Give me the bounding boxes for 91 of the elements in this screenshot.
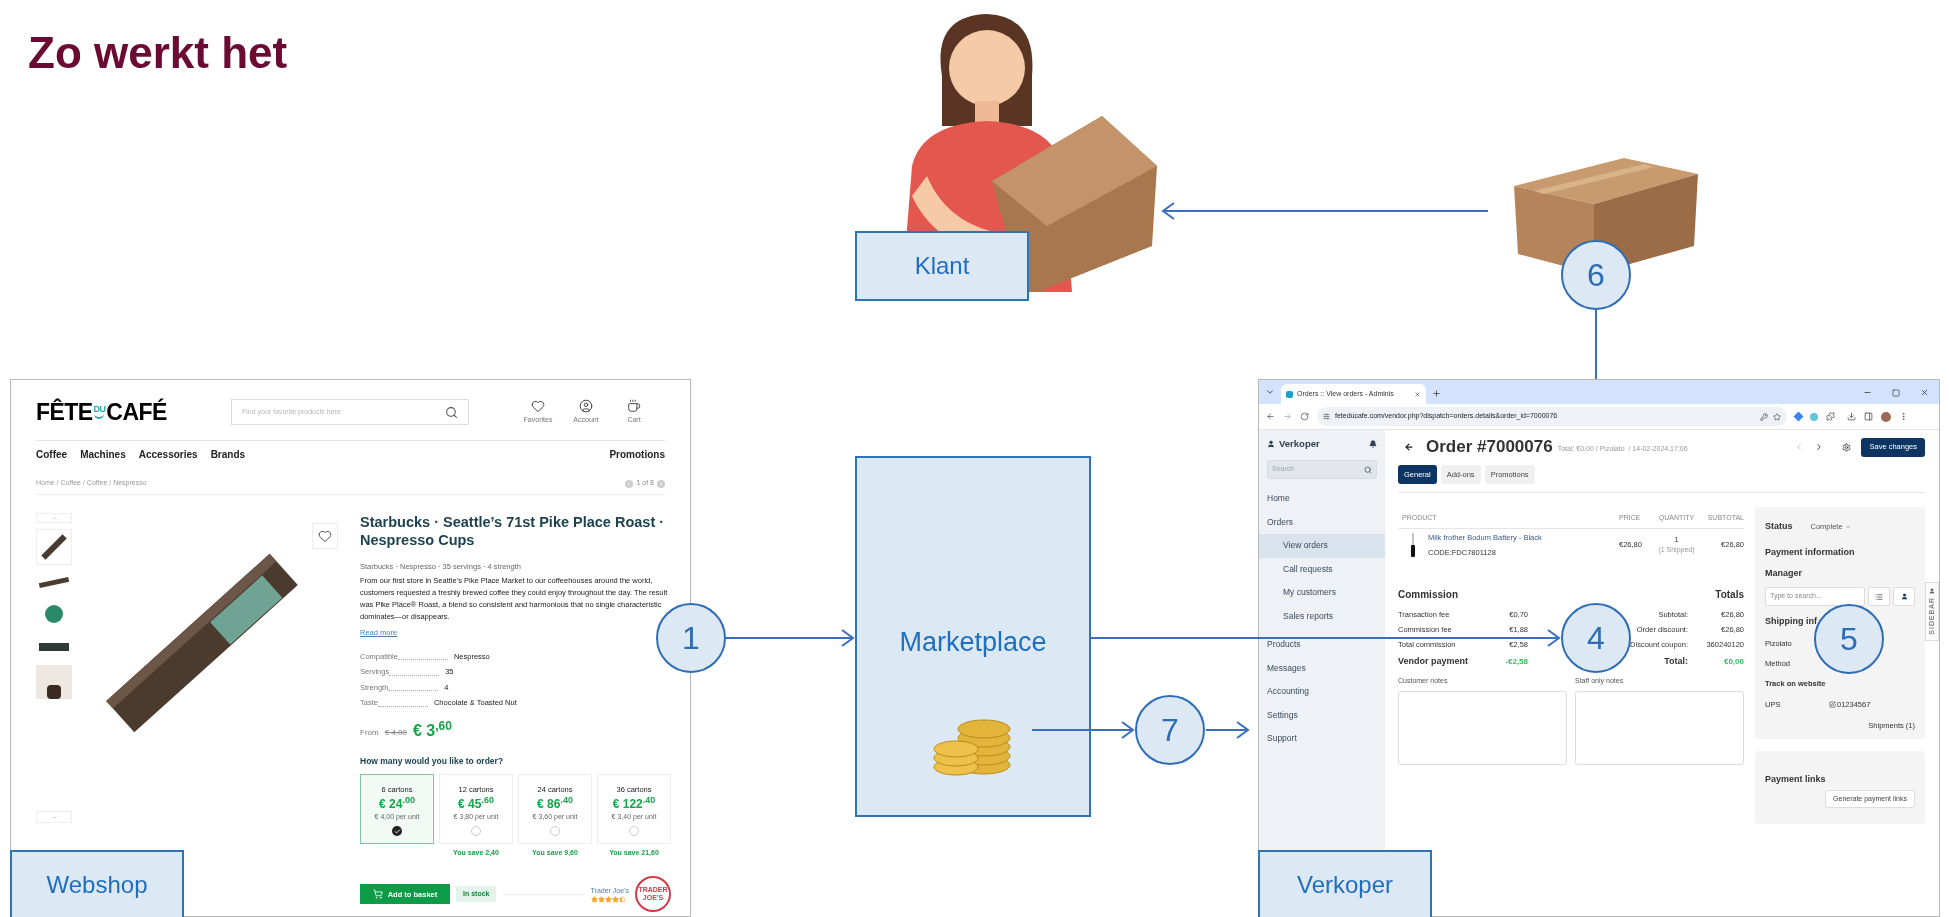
menu-icon[interactable] — [1899, 412, 1908, 421]
radio-icon — [629, 826, 639, 836]
customer-label: Klant — [855, 231, 1029, 301]
section-heading: Totals — [1714, 588, 1744, 602]
step-number: 7 — [1135, 695, 1205, 765]
step-number: 6 — [1561, 240, 1631, 310]
avatar[interactable] — [1881, 411, 1891, 422]
user-icon — [579, 398, 593, 413]
order-title: Order #7000076 — [1426, 436, 1553, 459]
edit-icon[interactable] — [1829, 701, 1836, 709]
reload-icon[interactable] — [1300, 412, 1309, 421]
search-icon — [445, 405, 458, 419]
connector-line — [1595, 309, 1597, 380]
user-icon — [1929, 588, 1935, 594]
list-icon — [1875, 592, 1883, 601]
puzzle-icon[interactable] — [1826, 412, 1835, 421]
maximize-icon[interactable] — [1892, 389, 1900, 397]
notes-field[interactable] — [1575, 690, 1744, 765]
old-price: € 4,00 — [384, 726, 407, 739]
radio-icon — [392, 826, 402, 836]
total-value: €0,00 — [1723, 656, 1744, 668]
panel-heading: Payment information — [1765, 546, 1856, 559]
site-settings-icon — [1323, 413, 1330, 420]
sidebar-item[interactable]: My customers — [1259, 581, 1385, 605]
nav-link[interactable]: Coffee — [36, 446, 68, 462]
frother-drawing — [1410, 533, 1416, 557]
heart-icon — [531, 398, 545, 413]
arrow — [1205, 721, 1250, 739]
sidebar-item[interactable]: Sales reports — [1259, 604, 1385, 628]
chevron-down-icon — [50, 813, 58, 821]
chevron-up-icon — [50, 514, 58, 522]
vendor-label: Verkoper — [1258, 850, 1432, 917]
close-icon[interactable] — [1414, 390, 1421, 398]
thumbnail-down-button[interactable] — [36, 811, 72, 823]
product-title: Starbucks · Seattle’s 71st Pike Place Roast · Nespresso Cups — [360, 513, 666, 549]
nav-link[interactable]: Accessories — [138, 446, 198, 462]
current-price: € 3$^{,60}$ — [412, 722, 452, 739]
side-panel-icon[interactable] — [1864, 412, 1873, 421]
radio-icon — [471, 826, 481, 836]
bell-icon[interactable] — [1369, 440, 1377, 448]
product-thumbnail[interactable] — [36, 665, 72, 699]
sidebar-item[interactable]: Settings — [1259, 703, 1385, 727]
section-heading: Commission — [1398, 588, 1459, 602]
heart-icon — [318, 529, 332, 543]
settings-icon[interactable] — [1842, 442, 1852, 452]
user-icon — [1267, 440, 1275, 448]
price-from-label: From — [360, 726, 379, 739]
user-button[interactable] — [1893, 587, 1915, 606]
vendor-payment-label: Vendor payment — [1398, 655, 1469, 669]
cup-icon — [627, 398, 641, 413]
order-question: How many would you like to order? — [360, 754, 505, 768]
sidebar-item[interactable]: Home — [1259, 487, 1385, 511]
webshop-label: Webshop — [10, 850, 184, 917]
product-thumbnail[interactable] — [36, 529, 72, 565]
site-icon — [1286, 390, 1293, 398]
sidebar-item[interactable]: Support — [1259, 727, 1385, 751]
marketplace-label: Marketplace — [899, 626, 1047, 659]
sidebar-title: Verkoper — [1279, 436, 1320, 451]
sidebar-item[interactable]: Call requests — [1259, 557, 1385, 581]
cart-icon — [372, 889, 383, 900]
search-icon — [1364, 465, 1372, 474]
slide-title: Zo werkt het — [28, 27, 288, 79]
close-icon[interactable] — [1920, 388, 1929, 397]
user-icon — [1900, 593, 1908, 600]
notes-field[interactable] — [1398, 690, 1567, 765]
back-icon[interactable] — [1404, 442, 1414, 452]
extension-icon[interactable] — [1793, 411, 1804, 422]
sidebar-item[interactable]: Orders — [1259, 510, 1385, 534]
total-label: Total: — [1663, 655, 1688, 669]
panel-heading: Payment links — [1765, 772, 1827, 786]
favorite-button[interactable] — [312, 523, 338, 549]
panel-heading: Shipping inf — [1765, 615, 1817, 628]
key-icon — [1760, 412, 1768, 421]
status-label: Status — [1765, 520, 1793, 534]
nav-link[interactable]: Machines — [80, 446, 126, 462]
nav-link[interactable]: Brands — [210, 446, 246, 462]
new-tab-icon[interactable] — [1432, 389, 1441, 398]
thumbnail-up-button[interactable] — [36, 513, 72, 523]
caret-icon — [1844, 524, 1851, 530]
extension-icon[interactable] — [1810, 412, 1818, 421]
nav-link[interactable]: Promotions — [609, 446, 665, 462]
sidebar-item[interactable]: Messages — [1259, 656, 1385, 680]
vendor-payment-value: -€2,58 — [1505, 656, 1528, 668]
panel-heading: Manager — [1765, 566, 1803, 580]
sidebar-item[interactable]: View orders — [1259, 534, 1385, 558]
sidebar-item[interactable]: Accounting — [1259, 680, 1385, 704]
star-icon — [1773, 412, 1781, 421]
radio-icon — [550, 826, 560, 836]
download-icon[interactable] — [1847, 412, 1856, 421]
sidebar-item[interactable]: Products — [1259, 633, 1385, 657]
tab-list-icon[interactable] — [1265, 387, 1275, 397]
